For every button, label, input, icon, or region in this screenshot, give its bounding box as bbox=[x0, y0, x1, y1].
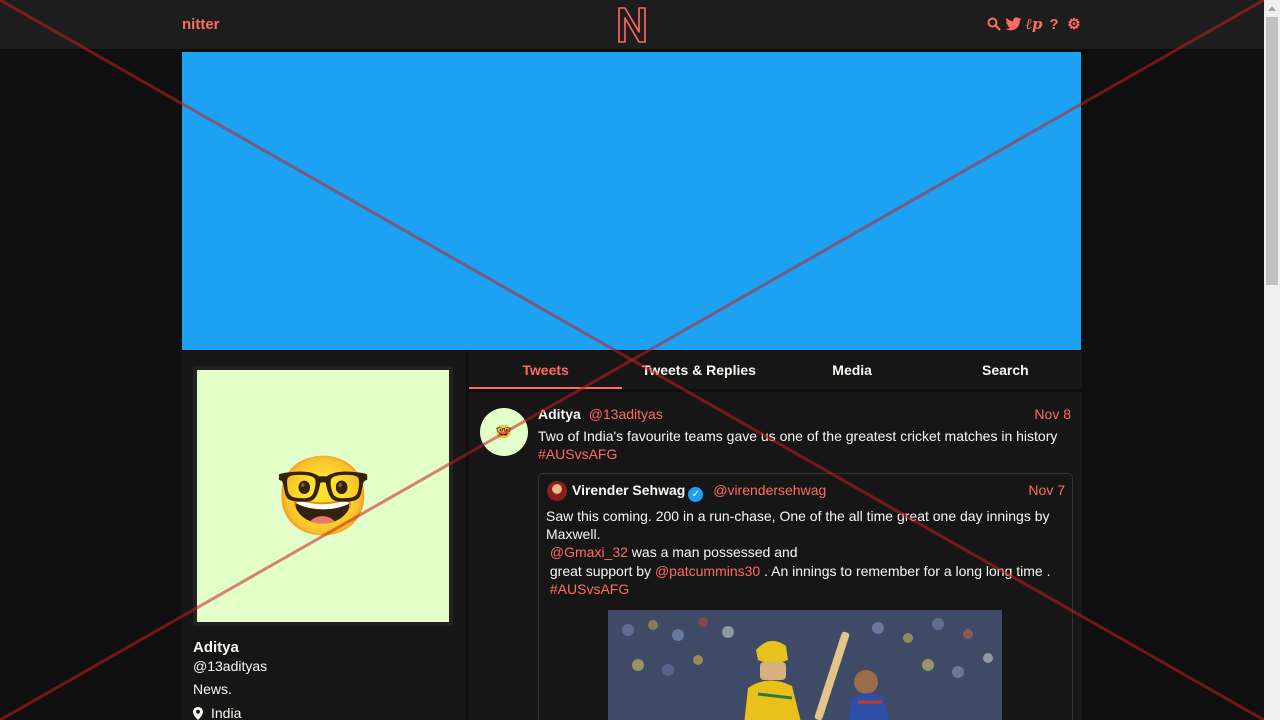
nerd-face-emoji: 🤓 bbox=[274, 452, 372, 540]
verified-badge-icon: ✓ bbox=[688, 487, 704, 502]
rss-icon[interactable]: ℓp bbox=[1026, 14, 1043, 34]
quote-date[interactable]: Nov 7 bbox=[1028, 482, 1065, 498]
tweet-username[interactable]: @13adityas bbox=[589, 406, 663, 422]
quote-avatar[interactable] bbox=[547, 481, 567, 501]
quote-line-1: Saw this coming. 200 in a run-chase, One… bbox=[546, 508, 1050, 543]
location-text: India bbox=[211, 705, 242, 720]
nitter-logo-icon[interactable] bbox=[616, 6, 648, 44]
help-icon[interactable]: ? bbox=[1046, 14, 1062, 34]
scroll-thumb[interactable] bbox=[1266, 17, 1278, 285]
tab-tweets-replies[interactable]: Tweets & Replies bbox=[622, 351, 775, 389]
profile-username[interactable]: @13adityas bbox=[193, 658, 267, 674]
location-pin-icon bbox=[193, 706, 203, 720]
gear-icon[interactable]: ⚙ bbox=[1066, 14, 1082, 34]
quoted-tweet[interactable]: Virender Sehwag ✓ @virendersehwag Nov 7 S… bbox=[538, 473, 1073, 720]
nav-icons: ℓp ? ⚙ bbox=[986, 14, 1082, 34]
quote-line-2: was a man possessed and bbox=[627, 544, 798, 561]
nitter-home-link[interactable]: nitter bbox=[182, 16, 220, 33]
quote-line-3-pre: great support by bbox=[549, 562, 655, 579]
tweet-fullname[interactable]: Aditya bbox=[538, 406, 581, 422]
mention-link[interactable]: @Gmaxi_32 bbox=[550, 544, 628, 560]
profile-avatar: 🤓 bbox=[197, 370, 449, 622]
tweet-date[interactable]: Nov 8 bbox=[1034, 406, 1071, 422]
scroll-up-arrow-icon[interactable] bbox=[1264, 0, 1280, 16]
tab-tweets[interactable]: Tweets bbox=[469, 351, 623, 389]
timeline-tabs: Tweets Tweets & Replies Media Search bbox=[469, 351, 1082, 389]
tweet-avatar[interactable]: 🤓 bbox=[480, 408, 528, 456]
tab-media[interactable]: Media bbox=[776, 351, 929, 389]
quote-media-image[interactable] bbox=[608, 610, 1002, 720]
cricket-photo bbox=[608, 610, 1002, 720]
quote-username[interactable]: @virendersehwag bbox=[713, 482, 826, 498]
hashtag-link[interactable]: #AUSvsAFG bbox=[538, 446, 617, 462]
quote-header: Virender Sehwag ✓ @virendersehwag Nov 7 bbox=[572, 482, 1065, 502]
profile-banner[interactable] bbox=[181, 51, 1082, 351]
tweet-body: Two of India's favourite teams gave us o… bbox=[538, 428, 1058, 444]
profile-location: India bbox=[193, 705, 241, 720]
profile-avatar-frame[interactable]: 🤓 bbox=[193, 366, 453, 626]
search-icon[interactable] bbox=[986, 14, 1002, 34]
mention-link[interactable]: @patcummins30 bbox=[655, 563, 760, 579]
profile-card: 🤓 Aditya @13adityas News. India bbox=[181, 351, 466, 720]
hashtag-link[interactable]: #AUSvsAFG bbox=[550, 581, 629, 597]
nerd-face-emoji: 🤓 bbox=[495, 424, 513, 439]
quote-text: Saw this coming. 200 in a run-chase, One… bbox=[546, 507, 1066, 598]
page-scrollbar[interactable] bbox=[1264, 0, 1280, 720]
profile-fullname[interactable]: Aditya bbox=[193, 639, 239, 656]
twitter-icon[interactable] bbox=[1006, 14, 1022, 34]
top-navbar: nitter ℓp ? ⚙ bbox=[0, 0, 1264, 50]
quote-fullname[interactable]: Virender Sehwag bbox=[572, 482, 685, 498]
profile-bio: News. bbox=[193, 681, 232, 697]
quote-line-3-post: . An innings to remember for a long long… bbox=[760, 562, 1051, 579]
timeline: 🤓 Aditya @13adityas Nov 8 Two of India's… bbox=[469, 392, 1082, 720]
tweet-header: Aditya @13adityas Nov 8 bbox=[538, 406, 1071, 422]
tweet-text: Two of India's favourite teams gave us o… bbox=[538, 427, 1071, 463]
tab-search[interactable]: Search bbox=[929, 351, 1082, 389]
